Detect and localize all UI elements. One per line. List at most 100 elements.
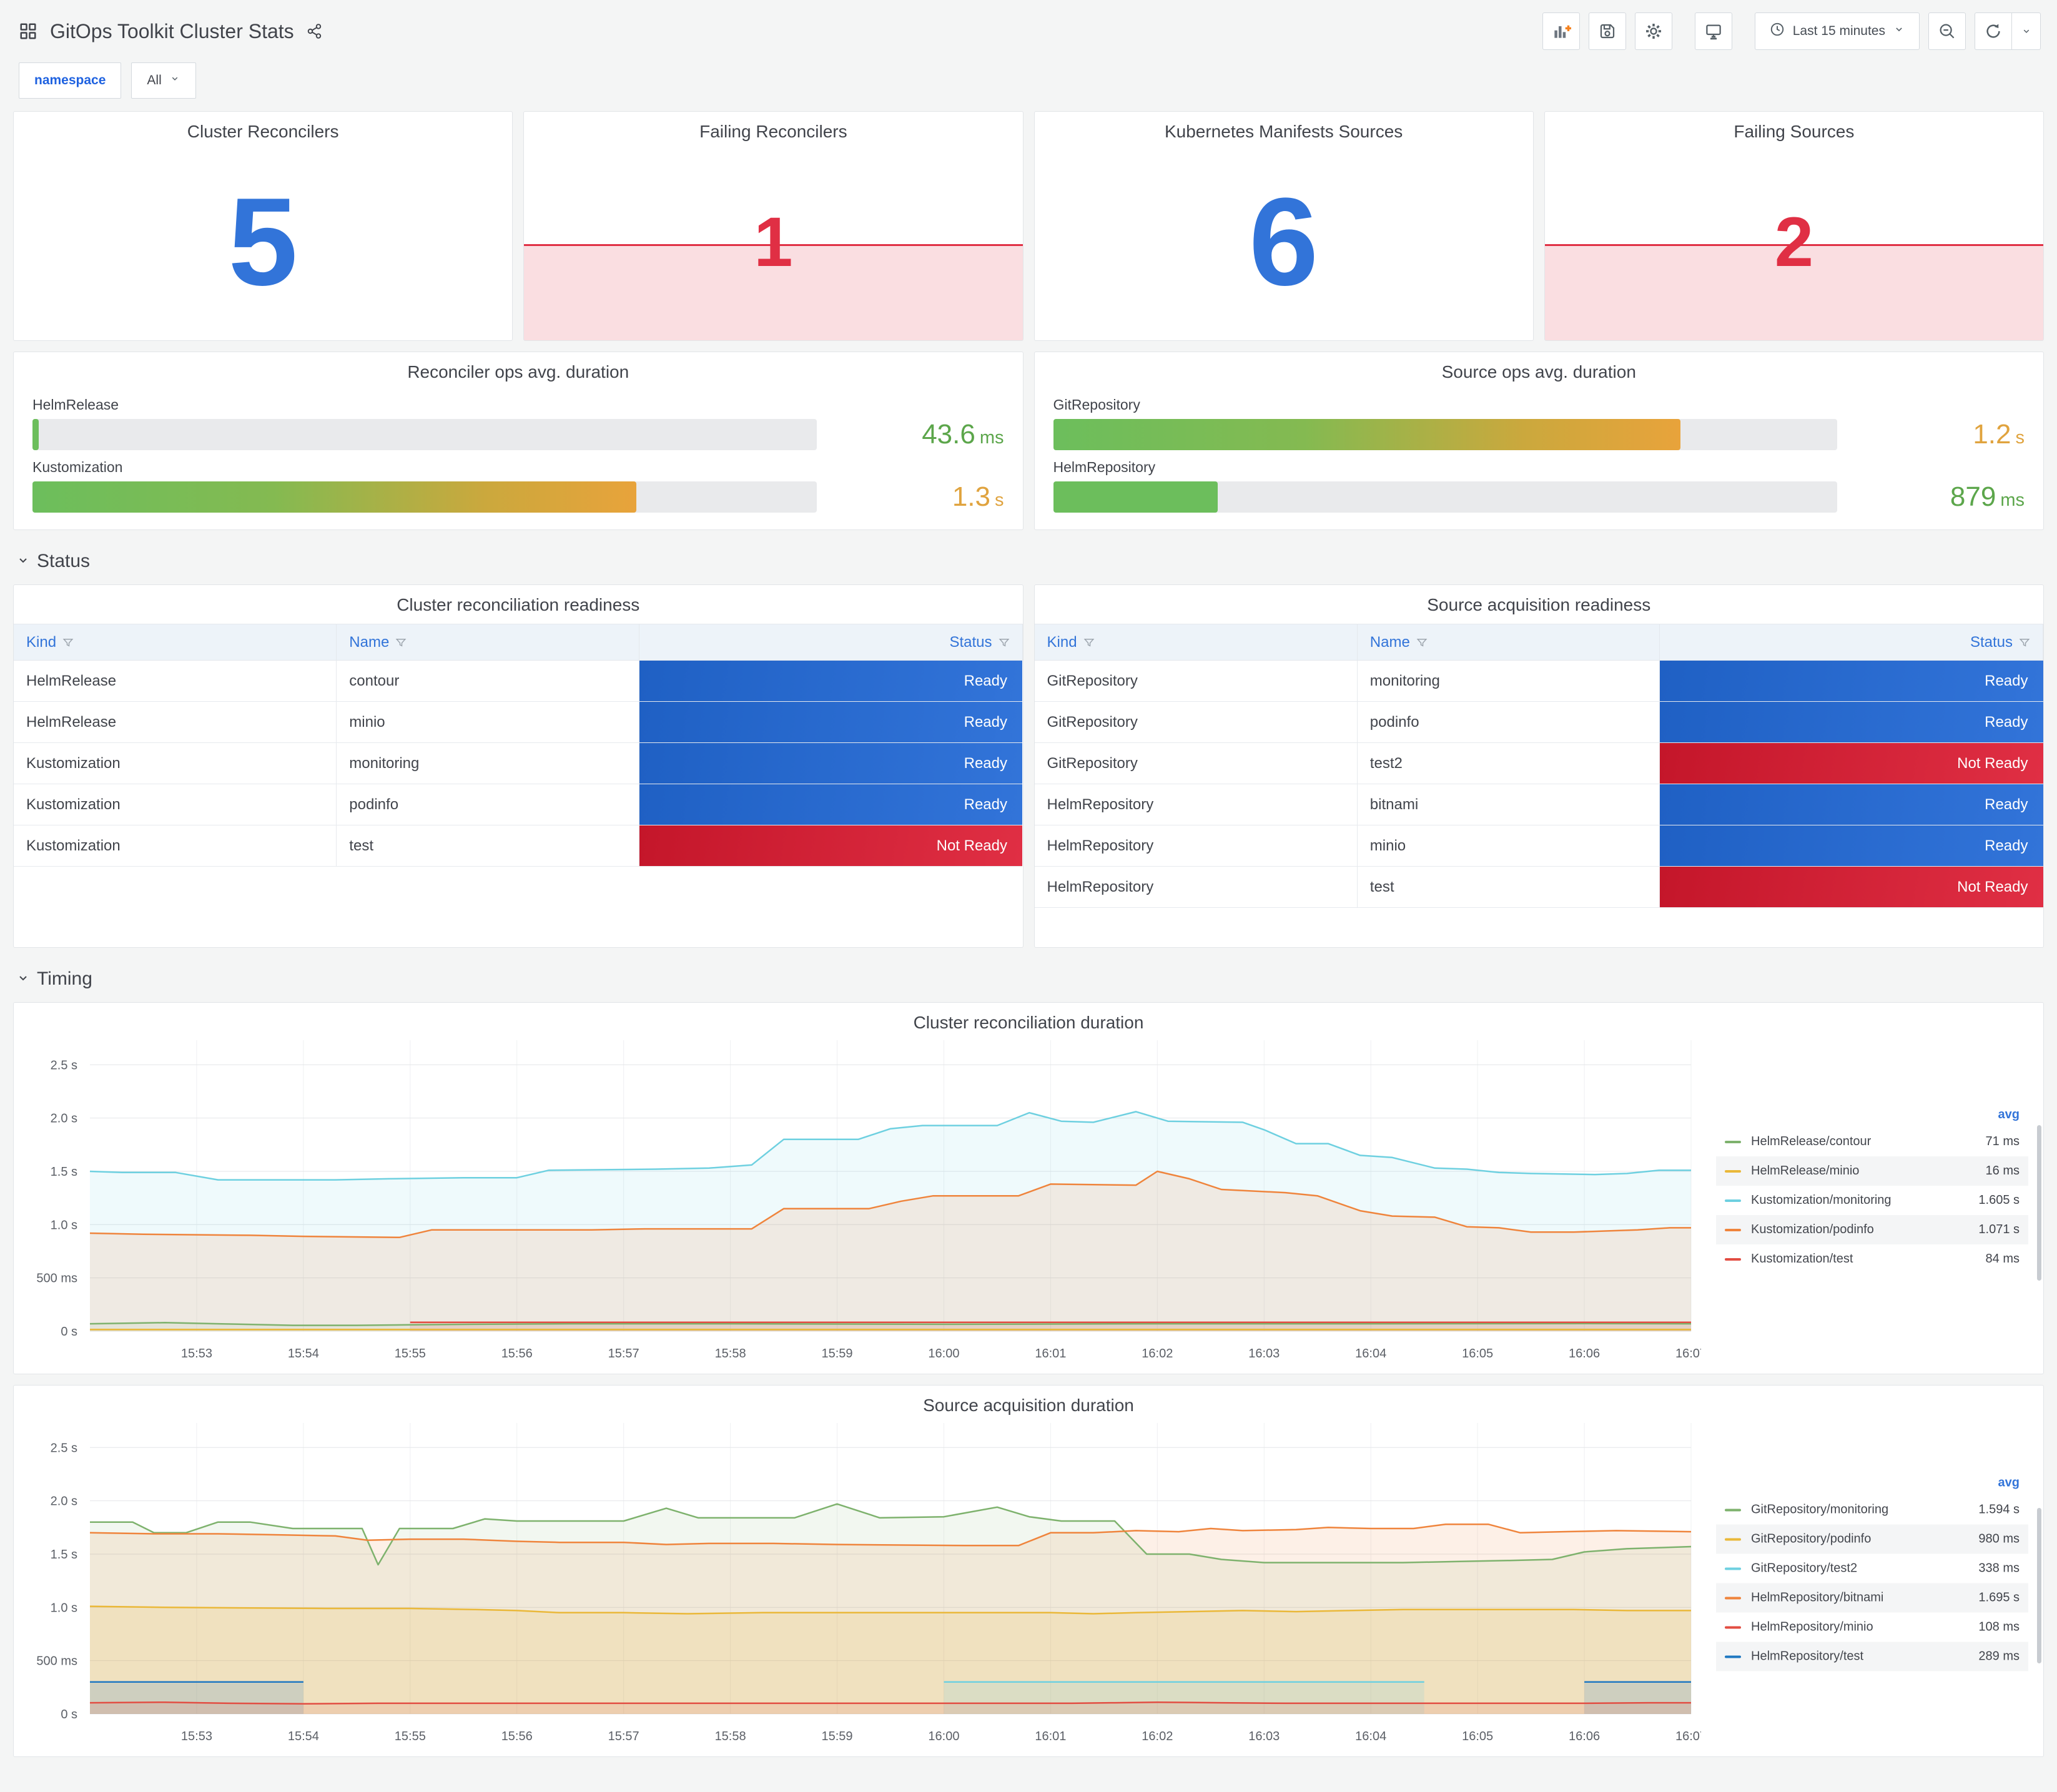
zoom-out-button[interactable] — [1928, 12, 1966, 50]
legend-series-name[interactable]: GitRepository/test2 — [1751, 1562, 1968, 1576]
grafana-dashboard: GitOps Toolkit Cluster Stats Last 15 min… — [0, 0, 2057, 1780]
gauge-value: 1.2 s — [1973, 419, 2025, 450]
legend-series-swatch — [1725, 1538, 1741, 1540]
filter-funnel-icon[interactable] — [999, 637, 1010, 648]
readiness-table-panel: Source acquisition readiness Kind Name Sta… — [1033, 584, 2044, 948]
legend-series-name[interactable]: HelmRelease/contour — [1751, 1135, 1976, 1149]
legend-avg-header[interactable]: avg — [1716, 1103, 2028, 1127]
variable-label-namespace[interactable]: namespace — [19, 62, 122, 99]
svg-text:15:53: 15:53 — [181, 1347, 212, 1361]
chart-plot-area[interactable]: 15:53 15:54 15:55 15:56 15:57 15:58 15:59 16:00… — [14, 1414, 1707, 1754]
gauge-value: 43.6 ms — [922, 419, 1004, 450]
save-dashboard-button[interactable] — [1588, 12, 1626, 50]
status-badge: Ready — [639, 661, 1022, 701]
filter-funnel-icon[interactable] — [1416, 637, 1428, 648]
stat-panel: Failing Reconcilers 1 — [523, 111, 1024, 341]
legend-series-name[interactable]: GitRepository/monitoring — [1751, 1503, 1968, 1517]
panel-title[interactable]: Reconciler ops avg. duration — [14, 352, 1023, 382]
legend-series-name[interactable]: HelmRepository/minio — [1751, 1620, 1968, 1635]
legend-series-swatch — [1725, 1258, 1741, 1261]
time-series-plot[interactable]: 15:53 15:54 15:55 15:56 15:57 15:58 15:59 16:00… — [14, 1414, 1707, 1754]
chart-plot-area[interactable]: 15:53 15:54 15:55 15:56 15:57 15:58 15:59 16:00… — [14, 1031, 1707, 1371]
svg-text:15:56: 15:56 — [501, 1347, 533, 1361]
cycle-view-mode-button[interactable] — [1694, 12, 1732, 50]
status-badge: Ready — [1660, 702, 2043, 742]
section-title: Status — [37, 551, 91, 571]
apps-grid-icon[interactable] — [19, 22, 37, 41]
legend-series-name[interactable]: HelmRelease/minio — [1751, 1164, 1976, 1178]
status-badge: Ready — [1660, 661, 2043, 701]
svg-text:1.5 s: 1.5 s — [51, 1548, 77, 1562]
panel-title[interactable]: Source acquisition duration — [14, 1386, 2043, 1415]
dashboard-title: GitOps Toolkit Cluster Stats — [50, 19, 294, 42]
column-header-kind[interactable]: Kind — [1034, 624, 1358, 661]
refresh-interval-dropdown[interactable] — [2012, 12, 2041, 50]
panel-title[interactable]: Cluster reconciliation readiness — [14, 585, 1023, 615]
column-header-status[interactable]: Status — [1659, 624, 2043, 661]
svg-text:15:54: 15:54 — [288, 1347, 319, 1361]
readiness-table-panel: Cluster reconciliation readiness Kind Nam… — [13, 584, 1024, 948]
legend-scrollbar[interactable] — [2037, 1125, 2041, 1281]
panel-title[interactable]: Source acquisition readiness — [1035, 585, 2044, 615]
panel-title[interactable]: Cluster Reconcilers — [14, 112, 512, 142]
column-header-status[interactable]: Status — [638, 624, 1023, 661]
column-header-kind[interactable]: Kind — [14, 624, 337, 661]
legend-series-name[interactable]: Kustomization/monitoring — [1751, 1193, 1968, 1208]
legend-series-swatch — [1725, 1567, 1741, 1570]
legend-series-swatch — [1725, 1140, 1741, 1143]
legend-scrollbar[interactable] — [2037, 1508, 2041, 1664]
chevron-down-icon — [17, 551, 29, 572]
legend-series-avg: 1.605 s — [1978, 1193, 2020, 1207]
panel-title[interactable]: Kubernetes Manifests Sources — [1035, 112, 1533, 142]
legend-series-avg: 108 ms — [1978, 1620, 2020, 1634]
share-icon[interactable] — [307, 23, 323, 39]
readiness-table: Kind Name Status GitRepository monitoring Rea… — [1034, 624, 2044, 908]
panel-title[interactable]: Failing Reconcilers — [524, 112, 1022, 142]
filter-funnel-icon[interactable] — [2019, 637, 2030, 648]
legend-series-name[interactable]: HelmRepository/bitnami — [1751, 1591, 1968, 1605]
table-row: GitRepository test2 Not Ready — [1034, 742, 2043, 784]
legend-series-swatch — [1725, 1228, 1741, 1231]
svg-text:500 ms: 500 ms — [36, 1272, 77, 1286]
add-panel-button[interactable] — [1542, 12, 1580, 50]
filter-funnel-icon[interactable] — [1083, 637, 1095, 648]
panel-title[interactable]: Source ops avg. duration — [1035, 352, 2044, 382]
table-row: HelmRepository test Not Ready — [1034, 866, 2043, 908]
section-header-timing[interactable]: Timing — [13, 958, 2044, 1002]
dashboard-settings-button[interactable] — [1634, 12, 1672, 50]
cell-name: podinfo — [336, 784, 639, 825]
legend-series-name[interactable]: HelmRepository/test — [1751, 1650, 1968, 1664]
gauge-value: 879 ms — [1950, 481, 2025, 512]
legend-row: GitRepository/podinfo 980 ms — [1716, 1524, 2028, 1554]
legend-series-name[interactable]: Kustomization/test — [1751, 1252, 1976, 1266]
column-header-name[interactable]: Name — [336, 624, 639, 661]
legend-series-name[interactable]: Kustomization/podinfo — [1751, 1223, 1968, 1237]
legend-series-name[interactable]: GitRepository/podinfo — [1751, 1532, 1968, 1547]
status-badge: Ready — [1660, 825, 2043, 866]
gauge-label: HelmRepository — [1053, 458, 1156, 475]
time-range-picker[interactable]: Last 15 minutes — [1754, 12, 1920, 50]
table-row: HelmRepository bitnami Ready — [1034, 784, 2043, 825]
cell-kind: Kustomization — [14, 742, 337, 784]
gauge-fill — [32, 481, 636, 513]
section-header-status[interactable]: Status — [13, 541, 2044, 584]
status-badge: Not Ready — [639, 825, 1022, 866]
cell-status: Ready — [639, 784, 1022, 825]
variable-value-dropdown[interactable]: All — [131, 62, 196, 99]
refresh-button[interactable] — [1975, 12, 2012, 50]
svg-text:15:55: 15:55 — [395, 1730, 426, 1743]
time-series-plot[interactable]: 15:53 15:54 15:55 15:56 15:57 15:58 15:59 16:00… — [14, 1031, 1707, 1371]
section-title: Timing — [37, 968, 92, 989]
filter-funnel-icon[interactable] — [395, 637, 407, 648]
column-header-name[interactable]: Name — [1356, 624, 1660, 661]
panel-title[interactable]: Cluster reconciliation duration — [14, 1003, 2043, 1033]
table-wrap: Kind Name Status GitRepository monitoring Rea… — [1034, 615, 2044, 908]
panel-title[interactable]: Failing Sources — [1545, 112, 2043, 142]
filter-funnel-icon[interactable] — [62, 637, 74, 648]
cell-kind: HelmRelease — [14, 660, 337, 702]
cell-status: Ready — [639, 660, 1022, 702]
legend-avg-header[interactable]: avg — [1716, 1471, 2028, 1495]
chart-legend: avg GitRepository/monitoring 1.594 s GitRep… — [1716, 1471, 2028, 1671]
svg-text:16:07: 16:07 — [1675, 1347, 1701, 1361]
dashboard-grid: Cluster Reconcilers 5 Failing Reconciler… — [0, 111, 2057, 1780]
